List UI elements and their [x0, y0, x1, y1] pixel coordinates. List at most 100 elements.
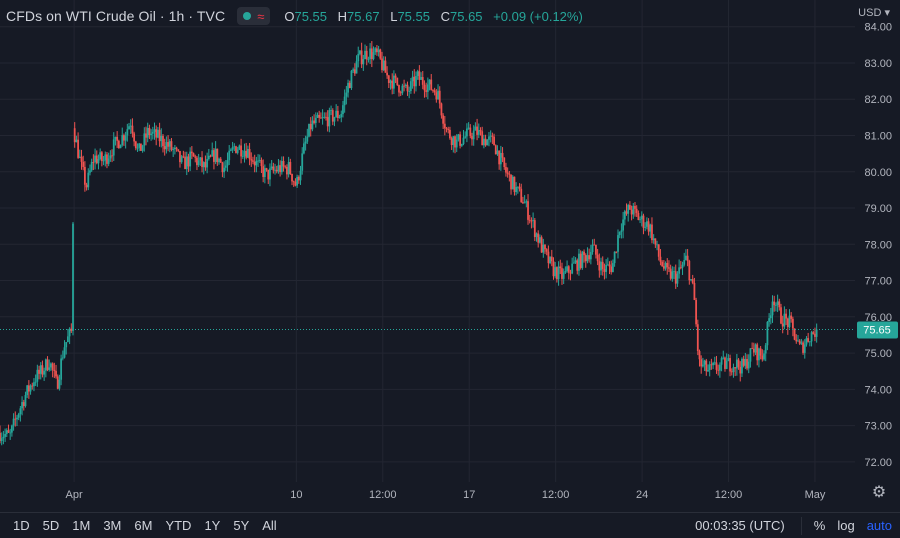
candle-body: [515, 187, 518, 193]
candle-body: [97, 158, 100, 164]
candle-body: [299, 170, 302, 181]
candle-body: [732, 367, 735, 373]
percent-scale-button[interactable]: %: [814, 518, 826, 533]
candle-body: [56, 376, 59, 389]
candle-body: [22, 402, 25, 407]
candle-body: [294, 181, 297, 186]
candle-body: [0, 432, 1, 442]
candle-body: [603, 269, 606, 272]
candle-body: [304, 141, 307, 144]
candle-body: [688, 260, 691, 281]
candle-body: [336, 110, 339, 118]
candle-body: [657, 244, 660, 257]
candle-body: [177, 149, 180, 152]
candle-body: [443, 123, 446, 129]
candle-body: [63, 347, 66, 358]
candle-body: [263, 168, 266, 177]
candle-body: [668, 267, 670, 269]
candle-body: [16, 417, 18, 420]
candle-body: [499, 152, 502, 165]
candle-body: [596, 254, 599, 262]
candle-body: [398, 85, 400, 93]
candle-body: [218, 158, 220, 163]
log-scale-button[interactable]: log: [837, 518, 854, 533]
candle-body: [781, 323, 784, 327]
candle-body: [201, 157, 203, 168]
range-1y[interactable]: 1Y: [204, 518, 220, 533]
candle-body: [167, 142, 169, 147]
candle-body: [146, 127, 149, 138]
symbol-title[interactable]: CFDs on WTI Crude Oil · 1h · TVC: [6, 8, 225, 24]
candle-body: [540, 237, 543, 253]
candle-body: [389, 80, 392, 83]
candle-body: [559, 266, 562, 269]
x-tick-label: 10: [290, 489, 302, 501]
candle-body: [207, 155, 210, 159]
candle-body: [510, 174, 512, 190]
utc-clock[interactable]: 00:03:35 (UTC): [695, 518, 785, 533]
candle-body: [197, 160, 200, 166]
candle-body: [151, 131, 154, 134]
candle-body: [528, 219, 531, 221]
range-all[interactable]: All: [262, 518, 276, 533]
candle-body: [131, 125, 134, 134]
auto-scale-button[interactable]: auto: [867, 518, 892, 533]
candle-body: [649, 224, 652, 232]
candle-body: [409, 81, 412, 91]
candle-body: [343, 96, 346, 106]
price-chart[interactable]: 72.0073.0074.0075.0076.0077.0078.0079.00…: [0, 0, 900, 512]
candle-body: [520, 188, 523, 203]
candle-body: [561, 268, 563, 279]
range-6m[interactable]: 6M: [134, 518, 152, 533]
candle-body: [408, 90, 411, 92]
range-3m[interactable]: 3M: [103, 518, 121, 533]
candle-body: [50, 363, 52, 368]
candle-body: [77, 139, 79, 158]
candle-body: [720, 358, 723, 365]
candle-body: [269, 168, 271, 180]
range-1m[interactable]: 1M: [72, 518, 90, 533]
candle-body: [406, 84, 409, 92]
candle-body: [554, 267, 557, 277]
candle-body: [501, 152, 504, 158]
candle-body: [308, 123, 310, 137]
candle-body: [763, 353, 765, 360]
candle-body: [172, 148, 175, 150]
candle-body: [155, 129, 158, 138]
gear-icon[interactable]: ⚙: [870, 484, 888, 502]
candle-body: [119, 145, 122, 149]
x-tick-label: Apr: [66, 489, 83, 501]
range-5y[interactable]: 5Y: [233, 518, 249, 533]
range-5d[interactable]: 5D: [43, 518, 60, 533]
candle-body: [564, 271, 567, 273]
candle-body: [746, 359, 748, 369]
candle-body: [623, 211, 626, 220]
candle-body: [516, 186, 519, 188]
y-tick-label: 83.00: [864, 58, 892, 70]
candle-body: [666, 263, 669, 268]
candle-body: [628, 205, 631, 210]
currency-selector[interactable]: USD ▾: [858, 6, 890, 19]
candle-body: [669, 268, 672, 279]
candle-body: [566, 266, 568, 272]
candle-body: [292, 181, 295, 183]
candle-body: [620, 230, 623, 232]
candle-body: [718, 364, 721, 371]
candle-body: [123, 135, 125, 141]
candle-body: [235, 146, 237, 153]
candle-body: [67, 336, 69, 343]
candle-body: [370, 48, 373, 60]
candle-body: [572, 262, 575, 264]
range-1d[interactable]: 1D: [13, 518, 30, 533]
candle-body: [160, 135, 163, 142]
candle-body: [428, 79, 431, 85]
status-pill[interactable]: ≈: [237, 7, 271, 25]
candle-body: [532, 220, 535, 221]
candle-body: [90, 162, 93, 171]
candle-body: [141, 145, 144, 151]
range-ytd[interactable]: YTD: [165, 518, 191, 533]
candle-body: [53, 369, 56, 371]
candle-body: [685, 255, 687, 260]
candle-body: [55, 370, 57, 377]
candle-body: [231, 147, 234, 150]
